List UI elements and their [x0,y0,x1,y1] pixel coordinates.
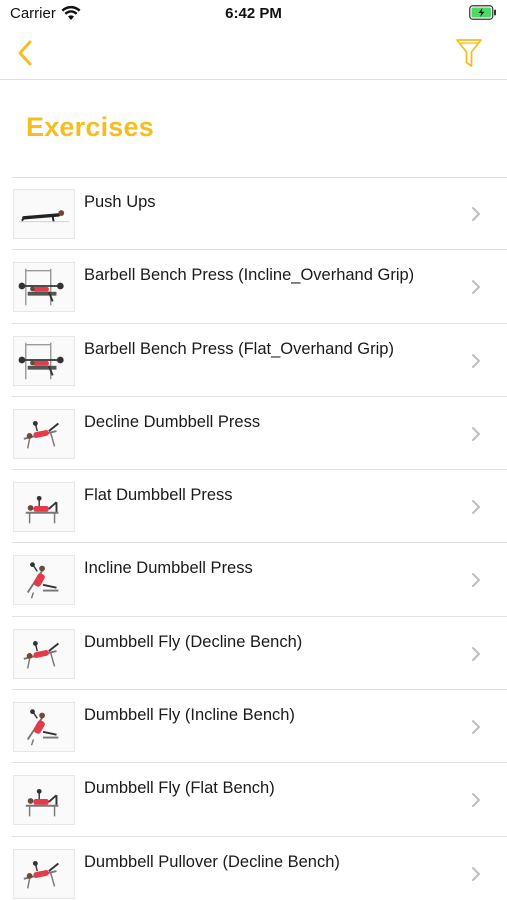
exercise-row[interactable]: Decline Dumbbell Press [0,397,507,471]
exercise-thumbnail [13,702,75,753]
exercise-name: Barbell Bench Press (Flat_Overhand Grip) [84,339,394,358]
exercise-thumbnail [13,848,75,899]
exercise-name: Dumbbell Fly (Decline Bench) [84,632,303,651]
clock-label: 6:42 PM [225,5,282,22]
navigation-bar [0,28,507,80]
exercise-thumbnail [13,555,75,606]
exercise-name: Push Ups [84,193,156,211]
battery-icon [469,5,496,20]
back-button[interactable] [10,35,40,71]
exercise-name: Decline Dumbbell Press [84,412,261,431]
exercise-thumbnail [13,775,75,826]
exercise-thumbnail [13,628,75,679]
exercise-row[interactable]: Dumbbell Pullover (Decline Bench) [0,837,507,900]
chevron-right-icon [472,353,480,368]
exercise-thumbnail [13,262,75,313]
exercise-row[interactable]: Dumbbell Fly (Incline Bench) [0,690,507,764]
exercise-row[interactable]: Barbell Bench Press (Flat_Overhand Grip) [0,324,507,398]
exercise-thumbnail [13,189,75,239]
exercise-name: Incline Dumbbell Press [84,559,253,578]
exercise-row[interactable]: Flat Dumbbell Press [0,470,507,544]
exercise-list: Push Ups Barbell Bench Press (Incline_Ove… [0,177,507,900]
page-title: Exercises [26,112,154,142]
chevron-right-icon [472,793,480,808]
exercise-row[interactable]: Push Ups [0,177,507,251]
chevron-right-icon [472,280,480,295]
exercise-thumbnail [13,408,75,459]
status-bar: Carrier 6:42 PM [0,0,507,28]
exercise-name: Barbell Bench Press (Incline_Overhand Gr… [84,266,415,285]
exercise-thumbnail [13,482,75,533]
exercise-row[interactable]: Dumbbell Fly (Flat Bench) [0,763,507,837]
exercise-name: Dumbbell Fly (Flat Bench) [84,779,275,798]
exercise-row[interactable]: Barbell Bench Press (Incline_Overhand Gr… [0,250,507,324]
exercise-thumbnail [13,335,75,386]
funnel-icon [456,39,482,67]
exercise-row[interactable]: Dumbbell Fly (Decline Bench) [0,617,507,691]
chevron-right-icon [472,573,480,588]
exercise-name: Dumbbell Fly (Incline Bench) [84,706,295,725]
exercise-name: Flat Dumbbell Press [84,486,233,505]
exercise-name: Dumbbell Pullover (Decline Bench) [84,852,340,871]
filter-button[interactable] [451,34,487,72]
chevron-right-icon [472,426,480,441]
chevron-right-icon [472,500,480,515]
chevron-right-icon [472,720,480,735]
chevron-right-icon [472,207,480,221]
exercise-row[interactable]: Incline Dumbbell Press [0,543,507,618]
chevron-left-icon [18,40,32,66]
chevron-right-icon [472,646,480,661]
chevron-right-icon [472,866,480,881]
